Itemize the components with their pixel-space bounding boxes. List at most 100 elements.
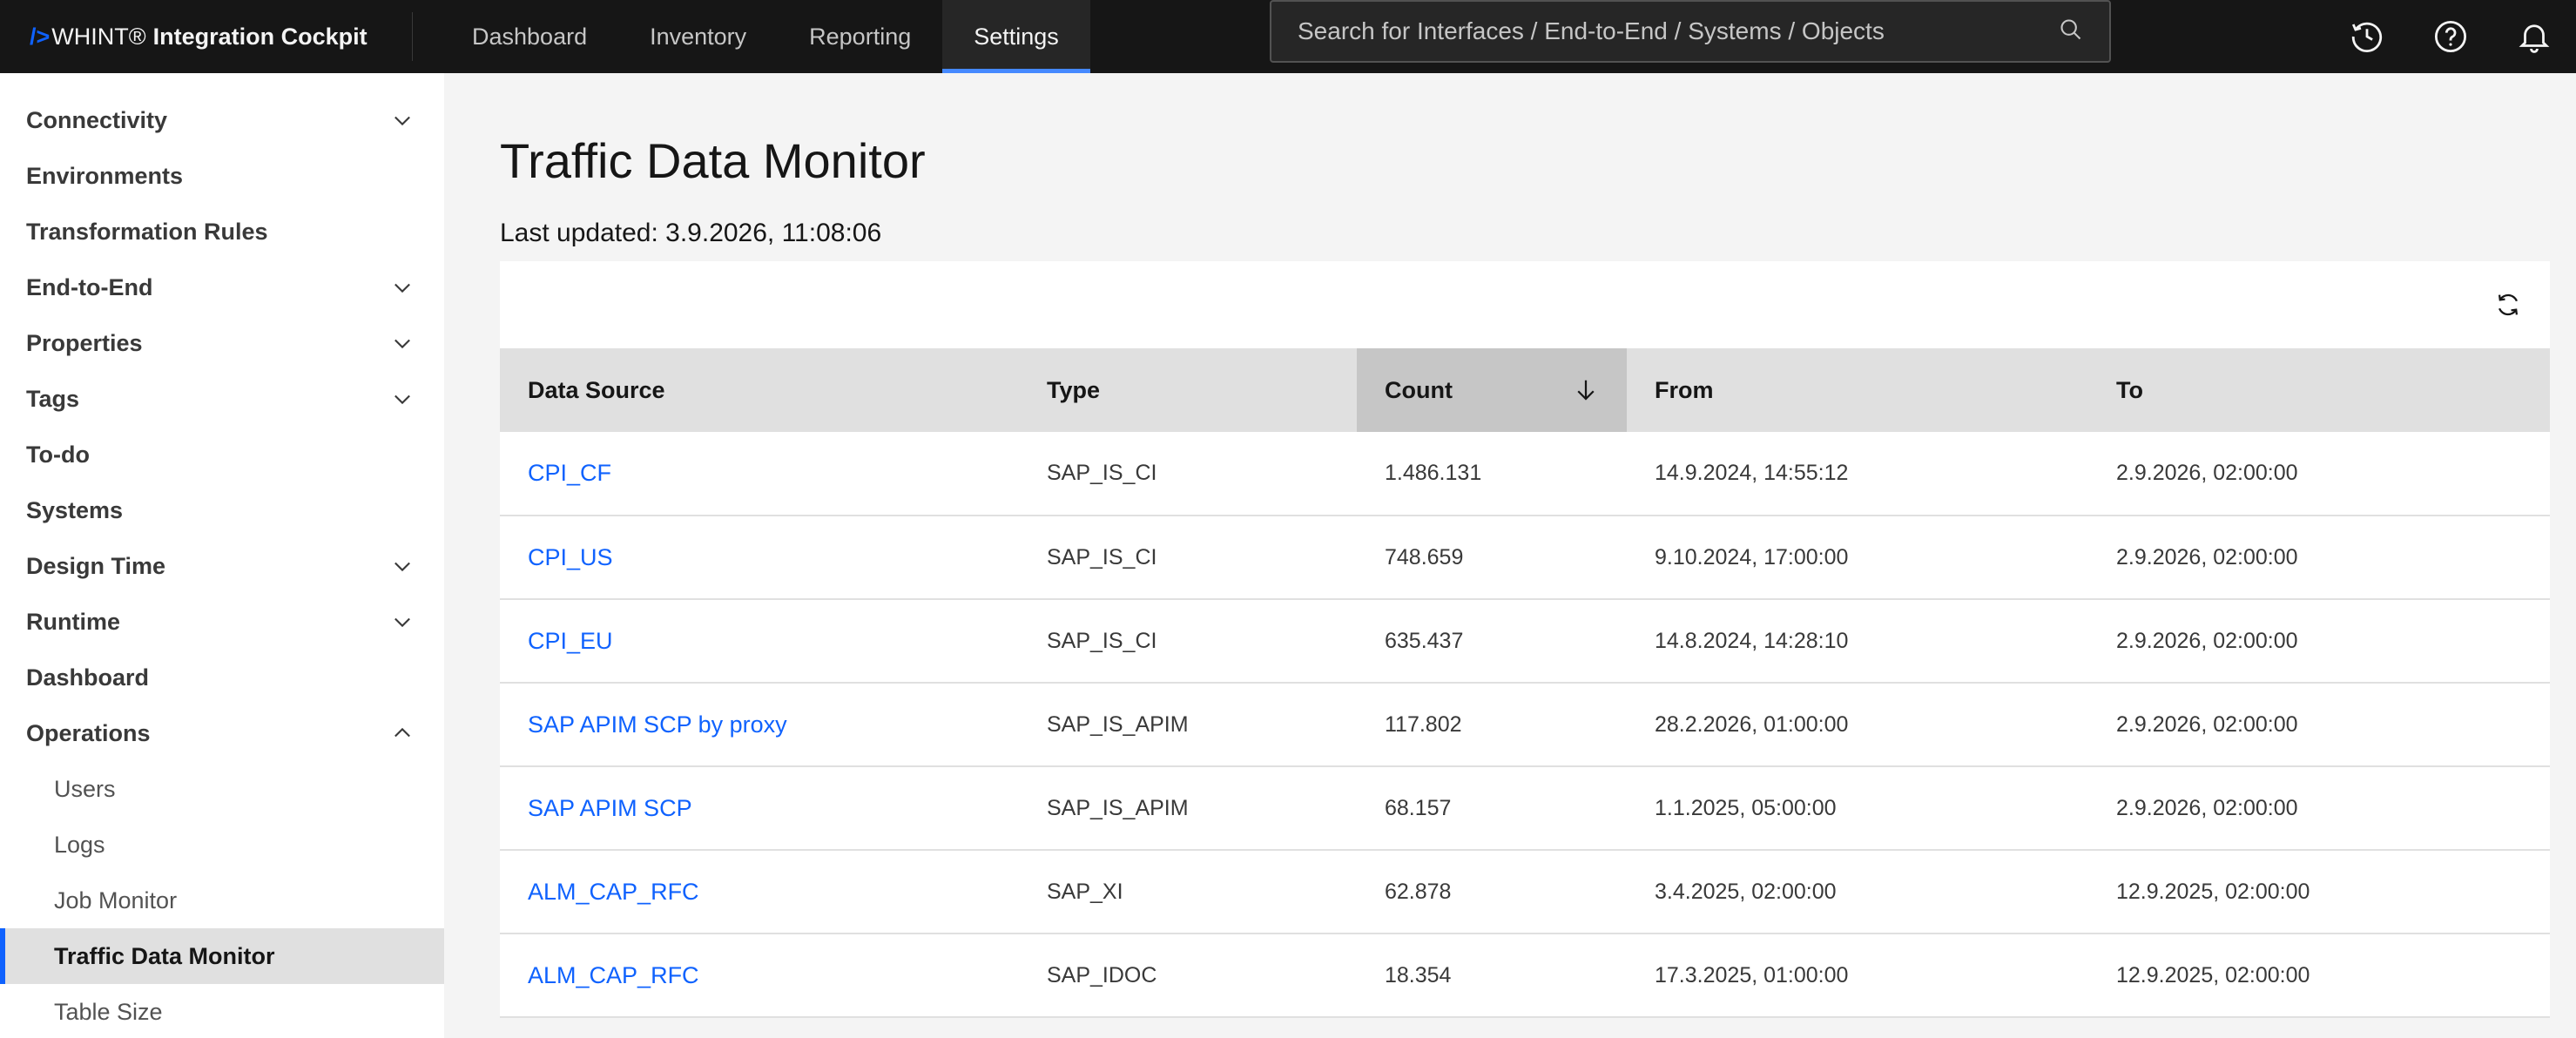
chevron-up-icon: [394, 727, 410, 738]
header-divider: [412, 12, 413, 61]
table-row: ALM_CAP_RFC SAP_XI 62.878 3.4.2025, 02:0…: [500, 850, 2550, 934]
nav-reporting[interactable]: Reporting: [778, 0, 942, 73]
sidebar-item-environments[interactable]: Environments: [0, 148, 444, 204]
count-cell: 117.802: [1357, 683, 1627, 767]
table-row: ALM_CAP_RFC SAP_IDOC 18.354 17.3.2025, 0…: [500, 934, 2550, 1018]
sidebar-item-systems[interactable]: Systems: [0, 482, 444, 538]
chevron-down-icon: [394, 617, 410, 628]
brand-name: WHINT®: [51, 23, 146, 50]
column-header-count[interactable]: Count: [1357, 348, 1627, 432]
data-source-link[interactable]: CPI_EU: [500, 599, 1019, 684]
chevron-down-icon: [394, 394, 410, 405]
global-search: [1270, 0, 2111, 63]
from-cell: 28.2.2026, 01:00:00: [1627, 683, 2088, 767]
top-header: /> WHINT® Integration Cockpit Dashboard …: [0, 0, 2576, 73]
type-cell: SAP_IS_APIM: [1019, 683, 1357, 767]
sidebar-item-label: To-do: [26, 441, 90, 468]
count-cell: 62.878: [1357, 850, 1627, 934]
sidebar-item-label: End-to-End: [26, 273, 153, 300]
brand-slash: />: [30, 23, 51, 50]
type-cell: SAP_IS_CI: [1019, 432, 1357, 516]
sidebar-item-label: Systems: [26, 496, 124, 523]
nav-settings[interactable]: Settings: [942, 0, 1090, 73]
search-input[interactable]: [1298, 17, 2059, 45]
search-icon[interactable]: [2059, 17, 2083, 46]
sidebar-item-tags[interactable]: Tags: [0, 371, 444, 427]
type-cell: SAP_IS_CI: [1019, 599, 1357, 684]
sidebar-subitem-logs[interactable]: Logs: [0, 817, 444, 873]
chevron-down-icon: [394, 562, 410, 572]
traffic-data-table-container: Data Source Type Count From To CPI_CF SA…: [500, 261, 2550, 1018]
from-cell: 14.8.2024, 14:28:10: [1627, 599, 2088, 684]
data-source-link[interactable]: ALM_CAP_RFC: [500, 850, 1019, 934]
count-cell: 748.659: [1357, 516, 1627, 600]
table-row: SAP APIM SCP by proxy SAP_IS_APIM 117.80…: [500, 683, 2550, 767]
to-cell: 2.9.2026, 02:00:00: [2088, 683, 2550, 767]
column-header-data-source[interactable]: Data Source: [500, 348, 1019, 432]
history-icon[interactable]: [2325, 0, 2409, 73]
chevron-down-icon: [394, 339, 410, 349]
nav-inventory[interactable]: Inventory: [618, 0, 778, 73]
sidebar-item-to-do[interactable]: To-do: [0, 427, 444, 482]
to-cell: 2.9.2026, 02:00:00: [2088, 432, 2550, 516]
sidebar-item-dashboard[interactable]: Dashboard: [0, 650, 444, 705]
brand-logo[interactable]: /> WHINT® Integration Cockpit: [30, 0, 368, 73]
sidebar-subitem-traffic-data-monitor[interactable]: Traffic Data Monitor: [0, 928, 444, 984]
table-row: SAP APIM SCP SAP_IS_APIM 68.157 1.1.2025…: [500, 766, 2550, 851]
sidebar-item-connectivity[interactable]: Connectivity: [0, 92, 444, 148]
from-cell: 9.10.2024, 17:00:00: [1627, 516, 2088, 600]
sidebar-subitem-job-monitor[interactable]: Job Monitor: [0, 873, 444, 928]
table-row: CPI_US SAP_IS_CI 748.659 9.10.2024, 17:0…: [500, 516, 2550, 600]
type-cell: SAP_IS_APIM: [1019, 766, 1357, 851]
table-header-row: Data Source Type Count From To: [500, 348, 2550, 432]
sidebar-item-runtime[interactable]: Runtime: [0, 594, 444, 650]
chevron-down-icon: [394, 283, 410, 293]
main-nav: Dashboard Inventory Reporting Settings: [441, 0, 1090, 73]
chevron-down-icon: [394, 116, 410, 126]
nav-dashboard[interactable]: Dashboard: [441, 0, 618, 73]
help-icon[interactable]: [2409, 0, 2492, 73]
data-source-link[interactable]: CPI_US: [500, 516, 1019, 600]
sidebar-item-end-to-end[interactable]: End-to-End: [0, 260, 444, 315]
to-cell: 2.9.2026, 02:00:00: [2088, 599, 2550, 684]
sidebar-item-label: Tags: [26, 385, 80, 412]
sidebar-item-operations[interactable]: Operations: [0, 705, 444, 761]
to-cell: 2.9.2026, 02:00:00: [2088, 766, 2550, 851]
data-source-link[interactable]: ALM_CAP_RFC: [500, 934, 1019, 1018]
sidebar-item-properties[interactable]: Properties: [0, 315, 444, 371]
arrow-down-icon: [1577, 380, 1595, 401]
from-cell: 14.9.2024, 14:55:12: [1627, 432, 2088, 516]
sidebar-item-label: Operations: [26, 719, 151, 746]
sidebar-subitem-table-size[interactable]: Table Size: [0, 984, 444, 1038]
page-title: Traffic Data Monitor: [500, 133, 926, 188]
sidebar-item-transformation-rules[interactable]: Transformation Rules: [0, 204, 444, 260]
to-cell: 12.9.2025, 02:00:00: [2088, 850, 2550, 934]
data-source-link[interactable]: CPI_CF: [500, 432, 1019, 516]
sidebar-item-design-time[interactable]: Design Time: [0, 538, 444, 594]
type-cell: SAP_IDOC: [1019, 934, 1357, 1018]
sidebar-item-label: Environments: [26, 162, 184, 189]
traffic-data-table: Data Source Type Count From To CPI_CF SA…: [500, 348, 2550, 1018]
notification-icon[interactable]: [2492, 0, 2576, 73]
type-cell: SAP_IS_CI: [1019, 516, 1357, 600]
sidebar-subitem-users[interactable]: Users: [0, 761, 444, 817]
count-cell: 68.157: [1357, 766, 1627, 851]
sidebar-item-label: Runtime: [26, 608, 120, 635]
to-cell: 2.9.2026, 02:00:00: [2088, 516, 2550, 600]
table-row: CPI_EU SAP_IS_CI 635.437 14.8.2024, 14:2…: [500, 599, 2550, 684]
data-source-link[interactable]: SAP APIM SCP by proxy: [500, 683, 1019, 767]
main-content: Traffic Data Monitor Last updated: 3.9.2…: [500, 73, 2550, 1018]
column-header-type[interactable]: Type: [1019, 348, 1357, 432]
sidebar-item-label: Dashboard: [26, 664, 150, 691]
sidebar-item-label: Design Time: [26, 552, 166, 579]
from-cell: 3.4.2025, 02:00:00: [1627, 850, 2088, 934]
sidebar-item-label: Connectivity: [26, 106, 168, 133]
column-header-from[interactable]: From: [1627, 348, 2088, 432]
column-header-to[interactable]: To: [2088, 348, 2550, 432]
brand-product: Integration Cockpit: [152, 23, 368, 50]
table-row: CPI_CF SAP_IS_CI 1.486.131 14.9.2024, 14…: [500, 432, 2550, 516]
from-cell: 17.3.2025, 01:00:00: [1627, 934, 2088, 1018]
data-source-link[interactable]: SAP APIM SCP: [500, 766, 1019, 851]
refresh-button[interactable]: [2487, 284, 2529, 326]
from-cell: 1.1.2025, 05:00:00: [1627, 766, 2088, 851]
